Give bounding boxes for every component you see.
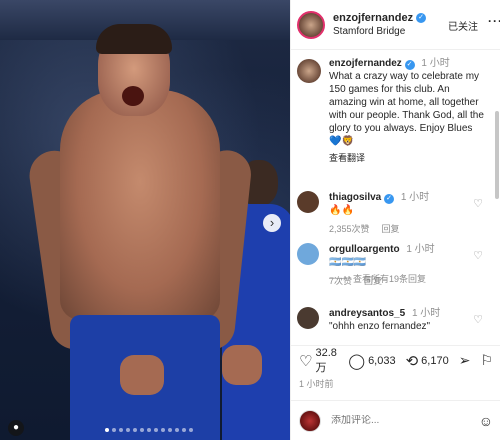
comment-avatar[interactable]	[297, 243, 319, 265]
author-username[interactable]: enzojfernandez	[333, 12, 413, 24]
post-location[interactable]: Stamford Bridge	[333, 26, 426, 37]
comment-composer: ☺	[291, 400, 500, 440]
comment-like-count[interactable]: 7次赞	[329, 274, 352, 287]
comment-icon: ◯	[348, 352, 366, 370]
like-comment-icon[interactable]: ♡	[473, 249, 483, 262]
verified-icon: ✓	[416, 13, 427, 23]
like-count: 32.8 万	[315, 346, 337, 374]
verified-icon: ✓	[404, 60, 415, 70]
right-fist	[222, 345, 262, 385]
comment-username[interactable]: thiagosilva	[329, 192, 381, 203]
comment-item: andreysantos_5 1 小时 "ohhh enzo fernandez…	[297, 307, 493, 333]
action-bar: ♡ 32.8 万 ◯ 6,033 ⟲ 6,170 ➢ ⚐	[291, 345, 500, 375]
emoji-icon[interactable]: ☺	[479, 413, 493, 429]
follow-status-button[interactable]: 已关注	[448, 18, 478, 33]
comment-item: orgulloargento 1 小时 🇦🇷🇦🇷🇦🇷 7次赞 回复 ♡	[297, 243, 493, 287]
comment-item: thiagosilva ✓ 1 小时 🔥🔥 2,355次赞 回复 ♡	[297, 191, 493, 235]
comment-input[interactable]	[331, 415, 461, 426]
comments-scroll-area[interactable]: enzojfernandez ✓ 1 小时 What a crazy way t…	[291, 51, 500, 344]
player-hair	[96, 24, 172, 54]
verified-icon: ✓	[384, 194, 395, 204]
player-mouth	[122, 86, 144, 106]
heart-icon: ♡	[299, 352, 313, 370]
left-fist	[120, 355, 164, 395]
like-comment-icon[interactable]: ♡	[473, 313, 483, 326]
translate-link[interactable]: 查看翻译	[329, 151, 487, 164]
repost-icon: ⟲	[405, 352, 419, 370]
like-comment-icon[interactable]: ♡	[473, 197, 483, 210]
comment-username[interactable]: andreysantos_5	[329, 308, 405, 319]
send-icon[interactable]: ➢	[459, 352, 471, 369]
post-image[interactable]: › ●	[0, 0, 290, 440]
next-image-icon[interactable]: ›	[263, 214, 281, 232]
bookmark-icon[interactable]: ⚐	[480, 352, 493, 369]
carousel-dots	[105, 428, 193, 432]
post-caption: enzojfernandez ✓ 1 小时 What a crazy way t…	[297, 57, 487, 164]
player-torso	[60, 90, 220, 320]
comment-avatar[interactable]	[297, 191, 319, 213]
comment-username[interactable]: orgulloargento	[329, 244, 400, 255]
tagged-user-icon[interactable]: ●	[8, 420, 24, 436]
comment-text: 🔥🔥	[329, 205, 354, 216]
reply-button[interactable]: 回复	[382, 222, 400, 235]
comment-time: 1 小时	[411, 308, 441, 319]
caption-text: What a crazy way to celebrate my 150 gam…	[329, 71, 484, 147]
reply-button[interactable]: 回复	[364, 274, 382, 287]
comment-text: "ohhh enzo fernandez"	[329, 321, 431, 332]
scrollbar[interactable]	[495, 111, 499, 199]
more-options-icon[interactable]: ···	[488, 14, 500, 28]
caption-avatar[interactable]	[297, 59, 321, 83]
caption-username[interactable]: enzojfernandez	[329, 58, 402, 69]
comment-button[interactable]: ◯ 6,033	[348, 352, 395, 370]
post-header: enzojfernandez ✓ Stamford Bridge 已关注 ···	[291, 0, 500, 50]
caption-time: 1 小时	[421, 58, 450, 69]
viewer-avatar	[299, 409, 321, 432]
post-timestamp: 1 小时前	[299, 379, 334, 389]
comment-time: 1 小时	[406, 244, 435, 255]
comment-time: 1 小时	[400, 192, 430, 203]
comment-count: 6,033	[368, 354, 396, 367]
comment-avatar[interactable]	[297, 307, 319, 329]
repost-button[interactable]: ⟲ 6,170	[406, 352, 449, 370]
repost-count: 6,170	[421, 354, 449, 367]
comment-like-count[interactable]: 2,355次赞	[329, 222, 370, 235]
comment-text: 🇦🇷🇦🇷🇦🇷	[329, 257, 367, 268]
author-avatar[interactable]	[297, 10, 325, 39]
post-details-panel: enzojfernandez ✓ Stamford Bridge 已关注 ···…	[290, 0, 500, 440]
like-button[interactable]: ♡ 32.8 万	[299, 347, 338, 375]
